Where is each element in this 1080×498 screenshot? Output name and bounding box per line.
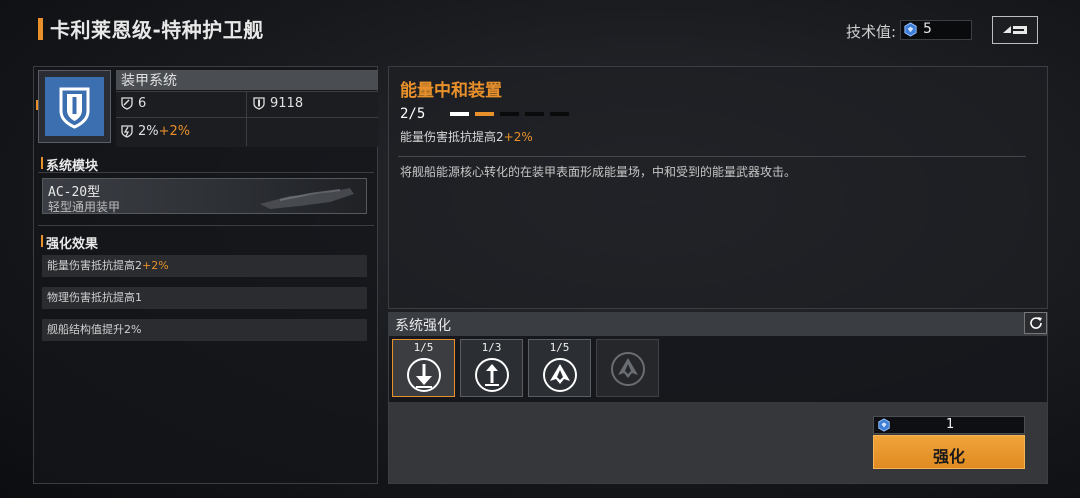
cost-value: 1 [946, 417, 955, 432]
section-divider [38, 172, 374, 173]
section-marker [41, 157, 43, 169]
stat-energy-resist-bonus: +2% [158, 124, 191, 139]
tech-point-icon [878, 418, 890, 432]
section-divider [38, 225, 374, 226]
module-type: 轻型通用装甲 [48, 200, 121, 214]
tech-value-box: 5 [900, 20, 972, 40]
stat-row-1 [116, 91, 378, 118]
refresh-icon [1029, 317, 1042, 329]
slot-level: 1/3 [481, 341, 502, 354]
device-level: 2/5 [400, 106, 426, 122]
armor-stat-icon [121, 97, 133, 110]
effect-row: 物理伤害抵抗提高1 [42, 287, 367, 309]
slot-level: 1/5 [413, 341, 434, 354]
enhance-button-label: 强化 [932, 447, 965, 466]
stat-divider [246, 91, 247, 146]
tech-point-icon [904, 22, 917, 37]
stat-energy-resist: 2%+2% [138, 124, 190, 139]
level-segment [475, 112, 494, 116]
device-description: 将舰船能源核心转化的在装甲表面形成能量场，中和受到的能量武器攻击。 [400, 165, 797, 179]
slot-level: 1/5 [549, 341, 570, 354]
enhance-slot-4[interactable] [596, 339, 659, 397]
shield-icon [59, 87, 90, 129]
device-bonus-text: 能量伤害抵抗提高2 [400, 130, 504, 144]
structure-stat-icon [253, 97, 265, 110]
device-bonus: 能量伤害抵抗提高2+2% [400, 128, 533, 145]
effect-row: 舰船结构值提升2% [42, 319, 367, 341]
ship-icon [543, 358, 577, 392]
enhance-cost: 1 [873, 416, 1025, 434]
arrow-down-icon [407, 358, 441, 392]
device-detail-panel [388, 66, 1048, 309]
level-segment [500, 112, 519, 116]
armor-system-title: 装甲系统 [121, 73, 177, 89]
tech-value-label: 技术值: [846, 23, 897, 41]
module-card[interactable]: AC-20型 轻型通用装甲 [42, 178, 367, 214]
device-title: 能量中和装置 [400, 81, 502, 101]
armor-system-icon-bg [45, 77, 104, 136]
stat-armor-value: 6 [138, 96, 147, 111]
page-title: 卡利莱恩级-特种护卫舰 [50, 18, 264, 42]
effect-bonus: +2% [142, 259, 169, 272]
enhance-title: 系统强化 [395, 318, 451, 334]
effect-text: 能量伤害抵抗提高2 [47, 259, 142, 272]
level-segment [525, 112, 544, 116]
stat-structure-value: 9118 [270, 96, 304, 111]
back-arrow-icon [1003, 26, 1027, 34]
section-marker [41, 235, 43, 247]
ship-locked-icon [611, 352, 645, 386]
arrow-up-icon [475, 358, 509, 392]
module-armor-image [260, 188, 354, 209]
level-segment [450, 112, 469, 116]
title-accent-bar [38, 18, 43, 40]
energy-resist-stat-icon [121, 125, 133, 138]
enhance-slot-3[interactable]: 1/5 [528, 339, 591, 397]
effect-row: 能量伤害抵抗提高2+2% [42, 255, 367, 277]
tech-value: 5 [923, 21, 932, 37]
level-segment [550, 112, 569, 116]
enhance-slot-1[interactable]: 1/5 [392, 339, 455, 397]
enhance-header [388, 312, 1048, 336]
refresh-button[interactable] [1024, 312, 1047, 334]
effect-text: 舰船结构值提升2% [47, 323, 142, 336]
armor-system-icon-frame[interactable] [38, 70, 111, 143]
back-button[interactable] [992, 16, 1038, 44]
effects-section-title: 强化效果 [46, 237, 99, 252]
enhance-button[interactable]: 强化 [873, 435, 1025, 469]
device-divider [398, 156, 1026, 157]
device-bonus-value: +2% [503, 130, 533, 144]
effect-text: 物理伤害抵抗提高1 [47, 291, 142, 304]
stat-energy-resist-base: 2% [138, 124, 159, 139]
enhance-slot-2[interactable]: 1/3 [460, 339, 523, 397]
